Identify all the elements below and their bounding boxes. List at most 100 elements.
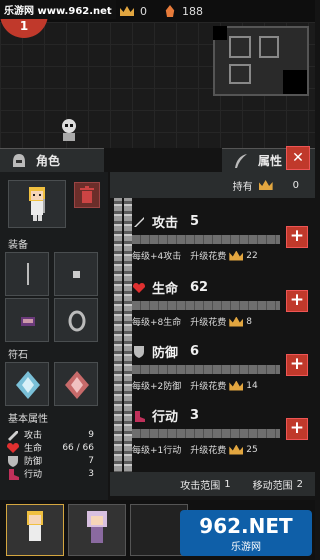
equip-slot-accessory[interactable]: [54, 252, 98, 296]
equip-slot-weapon[interactable]: [5, 252, 49, 296]
owned-label: 持有: [232, 181, 253, 193]
minimap[interactable]: [213, 26, 309, 96]
upgrade-move-button[interactable]: +: [286, 418, 308, 440]
hero-portrait[interactable]: [8, 180, 66, 228]
stat-value: 6: [190, 344, 200, 359]
close-button[interactable]: ✕: [286, 146, 310, 170]
stat-attack: 攻击 5 每级+4攻击 升级花费 22: [132, 212, 312, 280]
currency-3: 188: [164, 3, 203, 19]
equipment-label: 装备: [8, 240, 28, 251]
hero-slot-2[interactable]: [68, 504, 126, 556]
equip-slot-armor[interactable]: [5, 298, 49, 342]
crown-icon: [258, 180, 273, 190]
red-rune-icon: [65, 371, 89, 399]
hero-mage-icon: [87, 511, 107, 543]
basic-attr-list: 攻击 9 生命 66 / 66 防御 7 行动 3: [6, 428, 94, 480]
hero-slot-1[interactable]: [6, 504, 64, 556]
minimap-unexplored: [213, 26, 227, 40]
shield-icon: [134, 345, 144, 358]
character-panel-header: 角色: [0, 148, 104, 172]
currency-3-value: 188: [182, 4, 203, 18]
stat-name: 行动: [152, 410, 179, 425]
character-panel-title: 角色: [36, 154, 61, 168]
gem-icon: [73, 271, 80, 278]
owned-value: 0: [292, 179, 299, 191]
basic-attr-label: 基本属性: [8, 414, 48, 425]
rune-label: 符石: [8, 350, 28, 361]
stat-desc: 每级+8生命: [132, 318, 182, 328]
upgrade-hp-button[interactable]: +: [286, 290, 308, 312]
stat-name: 防御: [152, 346, 179, 361]
armor-icon: [21, 317, 35, 326]
move-range-label: 移动范围: [252, 480, 293, 492]
basic-attr-value: 9: [88, 429, 94, 440]
hero-girl-icon: [27, 511, 43, 541]
crown-icon: [229, 316, 244, 327]
minimap-unexplored: [283, 70, 307, 94]
shield-icon: [8, 455, 18, 467]
stat-name: 生命: [152, 282, 179, 297]
stat-progress-bar: [132, 301, 280, 310]
boot-icon: [135, 410, 145, 422]
crown-icon: [229, 250, 244, 261]
helmet-icon: [13, 153, 25, 167]
trash-button[interactable]: [74, 182, 100, 208]
basic-attr-name: 攻击: [24, 431, 43, 441]
basic-attr-name: 行动: [24, 470, 43, 480]
stat-cost: 22: [246, 250, 258, 261]
basic-attr-hp: 生命 66 / 66: [6, 441, 94, 454]
heart-icon: [133, 282, 145, 293]
basic-attr-attack: 攻击 9: [6, 428, 94, 441]
watermark-logo: 962.NET 乐游网: [180, 510, 312, 556]
stat-cost: 8: [246, 316, 253, 327]
feather-icon: [235, 153, 247, 168]
minimap-room: [229, 64, 251, 84]
flame-icon: [165, 5, 175, 17]
rune-slot-1[interactable]: [5, 362, 49, 406]
chain-decoration: [124, 196, 132, 476]
stat-progress-bar: [132, 429, 280, 438]
trash-icon: [80, 186, 94, 203]
attack-range-label: 攻击范围: [180, 480, 221, 492]
hero-bar: 962.NET 乐游网: [0, 500, 315, 560]
stat-cost: 25: [246, 444, 258, 455]
owned-bar: 持有 0: [110, 172, 315, 198]
stat-desc: 每级+1行动: [132, 446, 182, 456]
hero-girl-icon: [29, 187, 45, 221]
stat-cost-label: 升级花费: [190, 382, 227, 392]
stat-cost: 14: [246, 380, 258, 391]
stat-desc: 每级+2防御: [132, 382, 182, 392]
basic-attr-value: 3: [88, 468, 94, 479]
stat-value: 62: [190, 280, 209, 295]
basic-attr-name: 生命: [24, 444, 43, 454]
basic-attr-value: 66 / 66: [62, 442, 94, 453]
blue-rune-icon: [16, 371, 40, 399]
sword-icon: [8, 430, 18, 441]
upgrade-defense-button[interactable]: +: [286, 354, 308, 376]
basic-attr-defense: 防御 7: [6, 454, 94, 467]
equip-slot-ring[interactable]: [54, 298, 98, 342]
ring-icon: [68, 310, 86, 332]
stat-value: 5: [190, 214, 200, 229]
rune-slot-2[interactable]: [54, 362, 98, 406]
chain-decoration: [114, 196, 122, 476]
watermark-logo-sub: 乐游网: [231, 541, 261, 553]
stat-name: 攻击: [152, 216, 179, 231]
level-value: 1: [19, 19, 29, 33]
dungeon-scene: [0, 22, 315, 148]
stat-desc: 每级+4攻击: [132, 252, 182, 262]
stat-cost-label: 升级花费: [190, 446, 227, 456]
currency-2-value: 0: [140, 4, 147, 18]
stat-hp: 生命 62 每级+8生命 升级花费 8: [132, 278, 312, 346]
upgrade-attack-button[interactable]: +: [286, 226, 308, 248]
stat-cost-label: 升级花费: [190, 252, 227, 262]
basic-attr-value: 7: [88, 455, 94, 466]
heart-icon: [7, 442, 19, 453]
stat-cost-label: 升级花费: [190, 318, 227, 328]
minimap-room: [229, 36, 251, 58]
stat-move: 行动 3 每级+1行动 升级花费 25: [132, 406, 312, 474]
attack-range-value: 1: [224, 478, 231, 490]
skeleton-enemy-icon[interactable]: [58, 118, 80, 142]
stat-progress-bar: [132, 235, 280, 244]
watermark-logo-text: 962.NET: [199, 513, 293, 538]
